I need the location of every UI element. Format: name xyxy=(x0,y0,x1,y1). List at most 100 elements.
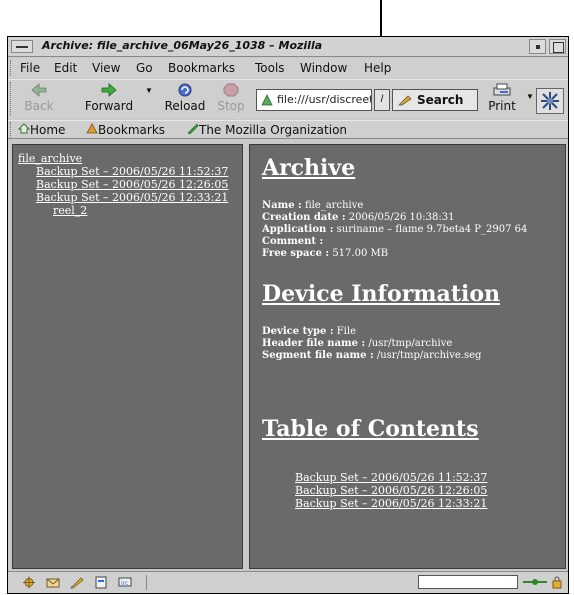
print-label: Print xyxy=(488,99,516,113)
composer-icon[interactable] xyxy=(70,576,84,589)
home-icon xyxy=(17,123,31,134)
menu-bookmarks[interactable]: Bookmarks xyxy=(168,61,235,75)
free-space-value: 517.00 MB xyxy=(332,248,389,259)
forward-label: Forward xyxy=(84,99,134,113)
creation-date-label: Creation date : xyxy=(262,212,346,223)
search-button[interactable]: Search xyxy=(392,89,478,111)
back-button[interactable]: Back xyxy=(20,82,58,113)
free-space-label: Free space : xyxy=(262,248,330,259)
menu-go[interactable]: Go xyxy=(136,61,153,75)
menubar-grip[interactable] xyxy=(10,60,14,76)
address-book-icon[interactable] xyxy=(94,576,108,589)
print-button[interactable]: Print xyxy=(482,82,522,113)
bookmarks-link[interactable]: Bookmarks xyxy=(86,123,165,137)
home-link[interactable]: Home xyxy=(17,123,66,137)
application-label: Application : xyxy=(262,224,334,235)
page-proxy-icon xyxy=(261,94,273,106)
archive-name-label: Name : xyxy=(262,200,302,211)
application-value: suriname – flame 9.7beta4 P_2907 64 xyxy=(336,224,528,235)
reload-icon xyxy=(178,83,192,97)
url-history-dropdown-icon[interactable]: / xyxy=(374,89,390,111)
bookmarks-icon xyxy=(86,123,98,134)
tree-backup-set-link[interactable]: Backup Set – 2006/05/26 11:52:37 xyxy=(36,165,228,178)
navigation-toolbar: Back Forward ▼ Reload Stop file:///usr/d… xyxy=(8,79,568,119)
toc-backup-set-link[interactable]: Backup Set – 2006/05/26 11:52:37 xyxy=(295,471,487,484)
application-row: Application : suriname – flame 9.7beta4 … xyxy=(262,224,527,236)
navigator-icon[interactable] xyxy=(22,576,36,589)
window-menu-icon[interactable] xyxy=(11,40,33,53)
home-label: Home xyxy=(30,123,66,137)
print-dropdown-icon[interactable]: ▼ xyxy=(526,92,534,101)
back-arrow-icon xyxy=(31,83,47,97)
browser-window: Archive: file_archive_06May26_1038 – Moz… xyxy=(7,36,569,594)
archive-name-value: file_archive xyxy=(304,200,364,211)
creation-date-row: Creation date : 2006/05/26 10:38:31 xyxy=(262,212,454,224)
mozilla-org-label: The Mozilla Organization xyxy=(199,123,348,137)
stop-icon xyxy=(223,83,239,97)
forward-history-dropdown-icon[interactable]: ▼ xyxy=(145,86,153,95)
irc-chat-icon[interactable]: irc xyxy=(118,576,132,589)
minimize-icon[interactable] xyxy=(529,39,546,54)
navbar-grip[interactable] xyxy=(10,82,14,116)
mozilla-org-link[interactable]: The Mozilla Organization xyxy=(187,123,347,137)
url-field[interactable]: file:///usr/discreet xyxy=(256,89,372,111)
forward-button[interactable]: Forward xyxy=(81,82,137,113)
back-label: Back xyxy=(24,99,54,113)
personal-toolbar: Home Bookmarks The Mozilla Organization xyxy=(8,120,568,139)
toc-heading: Table of Contents xyxy=(262,416,479,442)
comment-row: Comment : xyxy=(262,236,323,248)
menu-file[interactable]: File xyxy=(20,61,40,75)
printer-icon xyxy=(493,83,511,96)
security-lock-icon[interactable] xyxy=(550,575,564,589)
toc-backup-set-link[interactable]: Backup Set – 2006/05/26 12:33:21 xyxy=(295,497,487,510)
online-status-icon[interactable] xyxy=(522,576,548,588)
menu-window[interactable]: Window xyxy=(300,61,347,75)
segment-file-label: Segment file name : xyxy=(262,350,374,361)
stop-button[interactable]: Stop xyxy=(213,82,249,113)
menu-view[interactable]: View xyxy=(92,61,120,75)
mail-icon[interactable] xyxy=(46,576,60,589)
menu-tools[interactable]: Tools xyxy=(255,61,285,75)
segment-file-row: Segment file name : /usr/tmp/archive.seg xyxy=(262,350,481,362)
personalbar-grip[interactable] xyxy=(10,122,14,138)
reload-button[interactable]: Reload xyxy=(160,82,210,113)
maximize-icon[interactable] xyxy=(549,39,566,54)
search-label: Search xyxy=(417,93,464,107)
header-file-value: /usr/tmp/archive xyxy=(368,338,453,349)
device-type-label: Device type : xyxy=(262,326,334,337)
creation-date-value: 2006/05/26 10:38:31 xyxy=(348,212,455,223)
progress-meter xyxy=(418,575,518,589)
mozilla-throbber-icon[interactable] xyxy=(536,88,564,114)
segment-file-value: /usr/tmp/archive.seg xyxy=(376,350,482,361)
status-bar: irc xyxy=(8,571,568,593)
menu-edit[interactable]: Edit xyxy=(54,61,77,75)
bookmarks-label: Bookmarks xyxy=(98,123,166,137)
stop-label: Stop xyxy=(217,99,245,113)
toc-backup-set-link[interactable]: Backup Set – 2006/05/26 12:26:05 xyxy=(295,484,487,497)
archive-details-frame[interactable]: Archive Name : file_archive Creation dat… xyxy=(249,144,566,569)
archive-heading: Archive xyxy=(262,155,356,181)
menu-help[interactable]: Help xyxy=(364,61,391,75)
device-type-row: Device type : File xyxy=(262,326,356,338)
device-type-value: File xyxy=(336,326,356,337)
status-text xyxy=(146,575,414,590)
reload-label: Reload xyxy=(164,99,206,113)
header-file-row: Header file name : /usr/tmp/archive xyxy=(262,338,452,350)
archive-tree-frame[interactable]: file_archive Backup Set – 2006/05/26 11:… xyxy=(12,144,243,569)
comment-label: Comment : xyxy=(262,236,324,247)
tree-backup-set-link[interactable]: Backup Set – 2006/05/26 12:26:05 xyxy=(36,178,228,191)
tree-root-link[interactable]: file_archive xyxy=(18,152,82,165)
tree-backup-set-link[interactable]: Backup Set – 2006/05/26 12:33:21 xyxy=(36,191,228,204)
svg-text:irc: irc xyxy=(121,580,128,587)
menu-bar: File Edit View Go Bookmarks Tools Window… xyxy=(8,58,568,78)
tree-reel-link[interactable]: reel_2 xyxy=(53,204,87,217)
mozilla-logo-icon xyxy=(541,92,559,110)
device-info-heading: Device Information xyxy=(262,281,501,307)
archive-name-row: Name : file_archive xyxy=(262,200,363,212)
forward-arrow-icon xyxy=(101,83,117,97)
header-file-label: Header file name : xyxy=(262,338,366,349)
window-title: Archive: file_archive_06May26_1038 – Moz… xyxy=(42,39,323,52)
bookmark-item-icon xyxy=(187,123,199,135)
content-area: file_archive Backup Set – 2006/05/26 11:… xyxy=(8,140,568,571)
url-text: file:///usr/discreet xyxy=(277,93,372,106)
